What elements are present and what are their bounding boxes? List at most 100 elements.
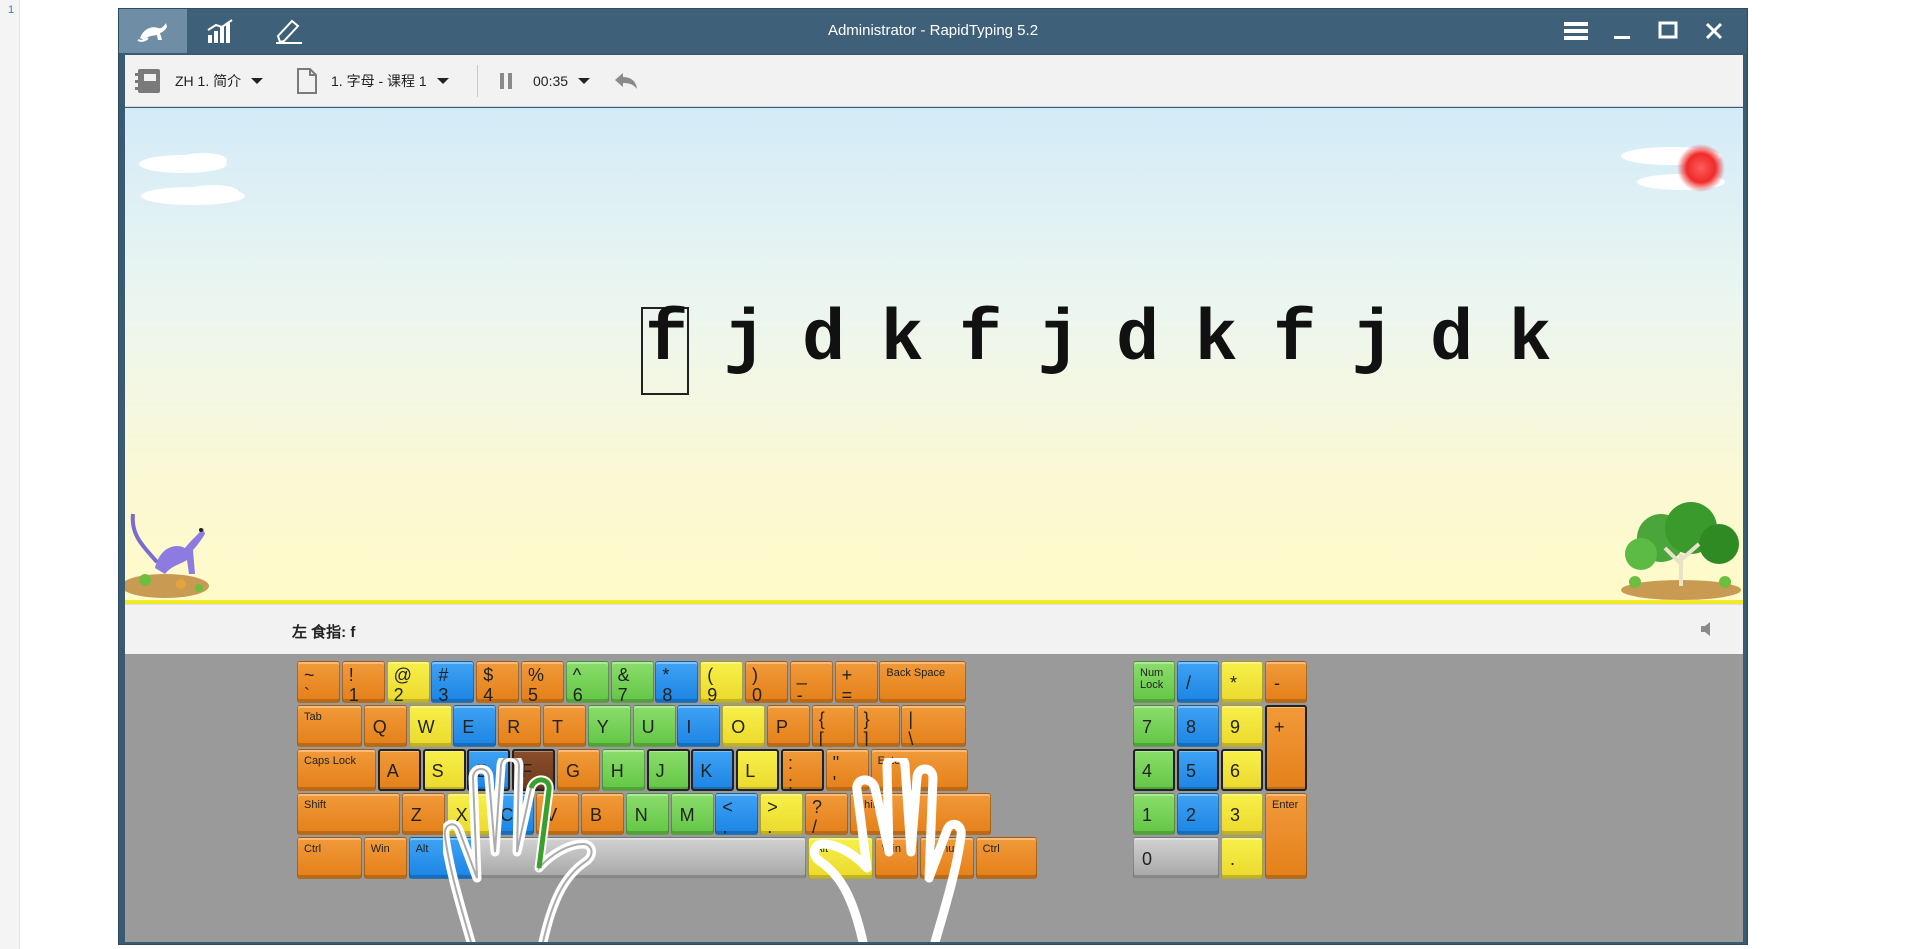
key-label: 7 <box>1142 717 1153 737</box>
keyboard-key[interactable]: 1 <box>1133 793 1175 835</box>
key-label: 3 <box>438 685 449 703</box>
minimize-button[interactable] <box>1605 17 1639 45</box>
keyboard-key[interactable]: T <box>543 705 586 747</box>
keyboard-key[interactable]: #3 <box>431 661 475 703</box>
keyboard-key[interactable]: Tab <box>297 705 362 747</box>
finger-hint: 左 食指: f <box>292 624 356 641</box>
keyboard-key[interactable]: W <box>408 705 452 747</box>
keyboard-key[interactable]: R <box>498 705 542 747</box>
pause-button[interactable] <box>497 67 515 95</box>
key-label: Alt <box>415 843 429 855</box>
keyboard-key[interactable]: & 7 <box>610 661 654 703</box>
keyboard-key[interactable]: Q <box>363 705 407 747</box>
key-label: T <box>552 717 563 737</box>
hands-icon <box>443 758 966 942</box>
key-label: 1 <box>1142 805 1153 825</box>
sound-toggle[interactable] <box>1699 619 1719 644</box>
key-label: R <box>507 717 521 737</box>
key-label: ! <box>348 665 354 685</box>
key-label: 2 <box>393 685 404 703</box>
keyboard-key[interactable]: ^ 6 <box>565 661 609 703</box>
undo-icon <box>615 73 637 89</box>
keyboard-key[interactable]: 8 <box>1177 705 1219 747</box>
keyboard-key[interactable]: * <box>1221 661 1263 703</box>
keyboard-key[interactable]: Enter <box>1265 793 1307 879</box>
key-label: 8 <box>662 685 673 703</box>
keyboard-key[interactable]: U <box>632 705 676 747</box>
keyboard-key[interactable]: Ctrl <box>297 837 362 879</box>
keyboard-key[interactable]: 6 <box>1221 749 1263 791</box>
exercise-letter: d <box>802 299 846 381</box>
keyboard-key[interactable]: Caps Lock <box>297 749 376 791</box>
keyboard-key[interactable]: % 5 <box>521 661 564 703</box>
toolbar-divider <box>477 65 478 97</box>
close-icon <box>1705 22 1723 40</box>
menu-button[interactable] <box>1559 17 1593 45</box>
keyboard-key[interactable]: ! 1 <box>341 661 385 703</box>
course-label: ZH 1. 简介 <box>175 73 242 89</box>
keyboard-key[interactable]: 9 <box>1221 705 1263 747</box>
key-label: Shift <box>304 799 327 811</box>
keyboard-key[interactable]: Back Space <box>879 661 967 703</box>
keyboard-key[interactable]: $4 <box>476 661 520 703</box>
key-label: * <box>662 665 670 685</box>
keyboard-key[interactable]: Win <box>363 837 407 879</box>
key-label: ^ <box>572 665 582 685</box>
close-button[interactable] <box>1697 17 1731 45</box>
keyboard-key[interactable]: O <box>722 705 766 747</box>
keyboard-key[interactable]: (9 <box>700 661 744 703</box>
title-bar: Administrator - RapidTyping 5.2 <box>119 9 1747 53</box>
keyboard-key[interactable]: . <box>1221 837 1263 879</box>
restart-button[interactable] <box>611 67 639 95</box>
chevron-down-icon <box>436 78 449 84</box>
key-label: 1 <box>348 685 359 703</box>
keyboard-key[interactable]: {[ <box>811 705 855 747</box>
key-label: W <box>417 717 435 737</box>
keyboard-key[interactable]: 3 <box>1221 793 1263 835</box>
keyboard-key[interactable]: - <box>1265 661 1307 703</box>
key-label: 6 <box>572 685 583 703</box>
key-label: # <box>438 665 449 685</box>
key-label: Y <box>596 717 609 737</box>
key-label: ( <box>707 665 714 685</box>
keyboard-key[interactable]: Z <box>401 793 445 835</box>
key-label: Back Space <box>886 667 946 679</box>
keyboard-key[interactable]: _ - <box>789 661 833 703</box>
keyboard-key[interactable]: P <box>767 705 810 747</box>
keyboard-key[interactable]: 0 <box>1133 837 1219 879</box>
keyboard-key[interactable]: Num Lock <box>1133 661 1175 703</box>
lesson-selector[interactable]: 1. 字母 - 课程 1 <box>295 67 449 95</box>
keyboard-key[interactable]: | \ <box>901 705 967 747</box>
key-label: U <box>641 717 655 737</box>
keyboard-key[interactable]: E <box>453 705 497 747</box>
course-selector[interactable]: ZH 1. 简介 <box>133 67 264 95</box>
key-label: \ <box>908 729 914 747</box>
keyboard-key[interactable]: / <box>1177 661 1219 703</box>
app-window: Administrator - RapidTyping 5.2 ZH 1. 简介 <box>118 8 1748 945</box>
maximize-button[interactable] <box>1651 17 1685 45</box>
typing-scene: fjdkfjdkfjdk <box>125 108 1743 604</box>
key-label: [ <box>818 729 824 747</box>
keyboard-key[interactable]: * 8 <box>655 661 699 703</box>
keyboard-key[interactable]: 4 <box>1133 749 1175 791</box>
keyboard-key[interactable]: + = <box>834 661 878 703</box>
keyboard-key[interactable]: 2 <box>1177 793 1219 835</box>
key-label: + <box>841 665 853 685</box>
keyboard-key[interactable]: ) 0 <box>745 661 788 703</box>
keyboard-key[interactable]: + <box>1265 705 1307 791</box>
keyboard-key[interactable]: 5 <box>1177 749 1219 791</box>
keyboard-key[interactable]: I <box>677 705 721 747</box>
keyboard-key[interactable]: Y <box>587 705 631 747</box>
keyboard-key[interactable]: 7 <box>1133 705 1175 747</box>
minimize-icon <box>1614 36 1630 39</box>
key-label: Win <box>370 843 390 855</box>
keyboard-key[interactable]: ~ ` <box>297 661 340 703</box>
key-label: . <box>1230 849 1236 869</box>
keyboard-key[interactable]: Shift <box>297 793 400 835</box>
menu-icon <box>1564 22 1588 40</box>
keyboard-key[interactable]: }] <box>856 705 900 747</box>
key-label: ` <box>304 685 310 703</box>
keyboard-key[interactable]: A <box>377 749 421 791</box>
keyboard-key[interactable]: @2 <box>386 661 430 703</box>
timer-selector[interactable]: 00:35 <box>533 67 591 95</box>
